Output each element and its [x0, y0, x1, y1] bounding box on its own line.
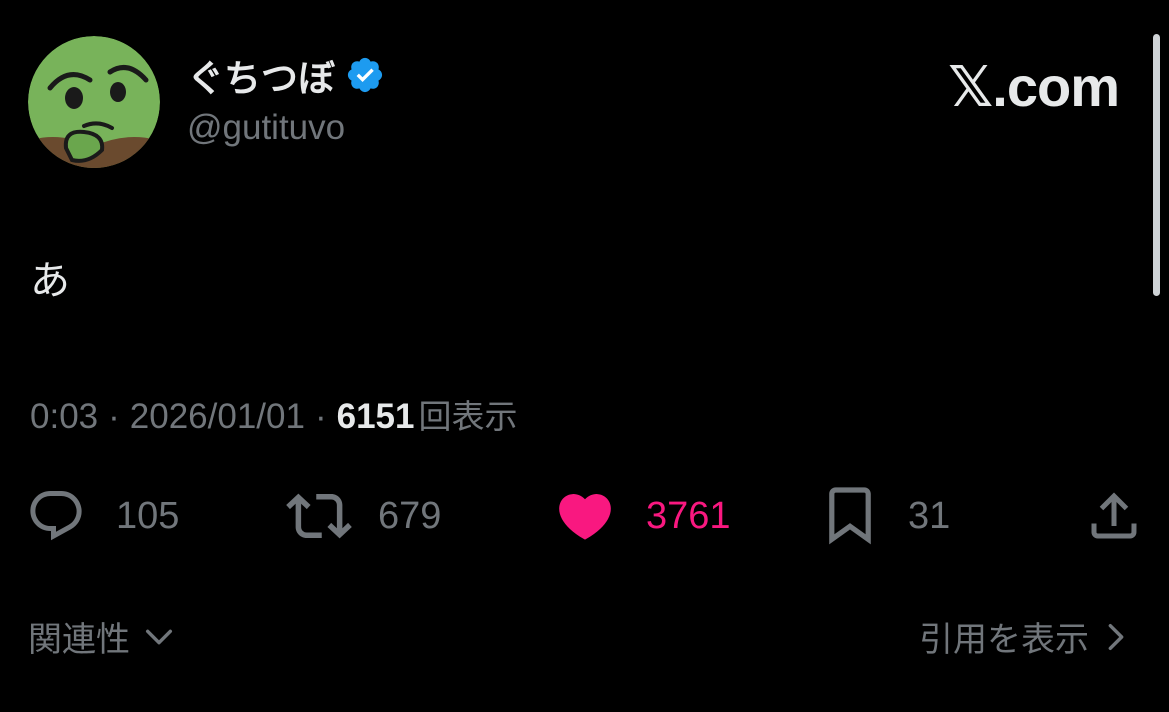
author-handle[interactable]: @gutituvo: [187, 108, 345, 148]
reply-icon: [30, 491, 82, 541]
tweet-time[interactable]: 0:03: [30, 397, 98, 437]
reply-button[interactable]: 105: [26, 480, 179, 552]
relevance-label: 関連性: [28, 620, 130, 660]
tweet-date[interactable]: 2026/01/01: [130, 397, 305, 437]
bookmark-count: 31: [908, 494, 951, 537]
avatar-image: [28, 36, 160, 168]
chevron-down-icon: [145, 629, 173, 644]
bookmark-icon: [829, 487, 871, 545]
bookmark-button[interactable]: 31: [824, 480, 950, 552]
x-logo-icon: 𝕏: [948, 55, 993, 120]
heart-icon: [559, 494, 611, 540]
retweet-count: 679: [378, 494, 442, 537]
author-display-name[interactable]: ぐちつぼ: [187, 48, 335, 102]
scrollbar[interactable]: [1153, 34, 1160, 296]
meta-separator: ·: [314, 397, 327, 436]
author-name-row[interactable]: ぐちつぼ: [187, 50, 385, 100]
retweet-button[interactable]: 679: [286, 480, 441, 552]
view-quotes-link[interactable]: 引用を表示: [919, 612, 1131, 661]
tweet-meta: 0:03 · 2026/01/01 · 6151 回表示: [30, 390, 517, 438]
like-count: 3761: [646, 494, 731, 537]
relevance-sort-toggle[interactable]: 関連性: [28, 612, 176, 661]
action-bar: 105 679 3761 31: [0, 480, 1169, 552]
x-com-logo: 𝕏.com: [948, 54, 1120, 120]
reply-count: 105: [116, 494, 180, 537]
avatar[interactable]: [28, 36, 160, 168]
views-label: 回表示: [418, 397, 518, 436]
tweet-text: あ: [30, 258, 70, 304]
verified-badge-icon[interactable]: [345, 55, 385, 95]
brand-domain: .com: [992, 55, 1120, 118]
share-button[interactable]: [1084, 480, 1144, 552]
meta-separator: ·: [108, 397, 120, 436]
share-icon: [1091, 492, 1137, 539]
view-quotes-label: 引用を表示: [919, 620, 1089, 660]
chevron-right-icon: [1108, 623, 1124, 650]
like-button[interactable]: 3761: [554, 480, 731, 552]
retweet-icon: [286, 493, 352, 539]
views-count: 6151: [336, 397, 415, 436]
